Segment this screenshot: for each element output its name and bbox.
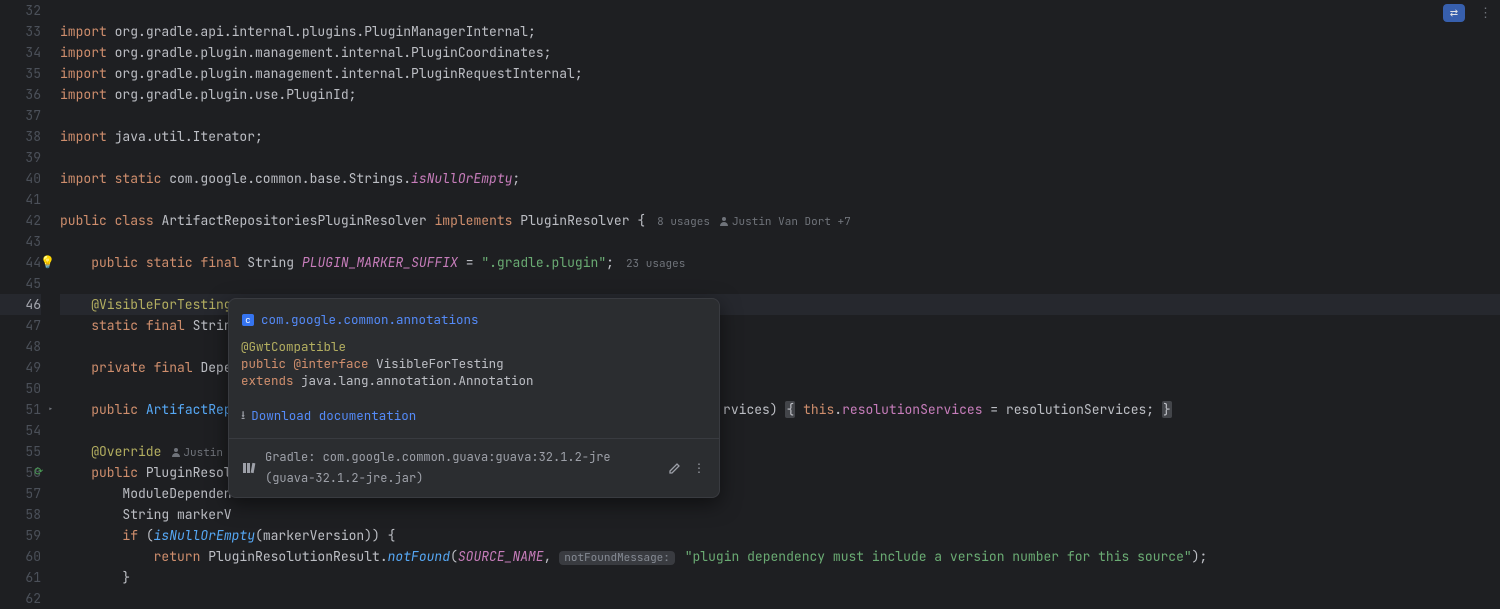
popup-package-link[interactable]: com.google.common.annotations xyxy=(261,309,479,330)
person-icon xyxy=(171,448,180,457)
person-icon xyxy=(720,217,729,226)
intention-bulb-icon[interactable]: 💡 xyxy=(40,252,52,264)
line-number: 60 xyxy=(0,546,41,567)
popup-footer-text: Gradle: com.google.common.guava:guava:32… xyxy=(265,447,659,489)
usages-hint[interactable]: 23 usages xyxy=(614,257,685,271)
more-icon[interactable]: ⋮ xyxy=(691,460,707,476)
line-number: 38 xyxy=(0,126,41,147)
code-line: import org.gradle.plugin.use.PluginId; xyxy=(60,84,1500,105)
code-line xyxy=(60,588,1500,609)
code-line: 💡 public static final String PLUGIN_MARK… xyxy=(60,252,1500,273)
line-number: 40 xyxy=(0,168,41,189)
parameter-hint: notFoundMessage: xyxy=(559,551,675,565)
line-number: 57 xyxy=(0,483,41,504)
line-number: 35 xyxy=(0,63,41,84)
line-number: 34 xyxy=(0,42,41,63)
line-number: 47 xyxy=(0,315,41,336)
line-number: 43 xyxy=(0,231,41,252)
line-number: 46 xyxy=(0,294,41,315)
line-number: 58 xyxy=(0,504,41,525)
edit-icon[interactable] xyxy=(667,460,683,476)
author-hint[interactable]: Justin V xyxy=(161,446,236,460)
code-line xyxy=(60,231,1500,252)
fold-arrow-icon[interactable]: ▸ xyxy=(48,399,53,420)
code-line: String markerV xyxy=(60,504,1500,525)
code-line: public class ArtifactRepositoriesPluginR… xyxy=(60,210,1500,231)
brace-match: } xyxy=(1162,401,1172,418)
code-line: } xyxy=(60,567,1500,588)
line-number: 50 xyxy=(0,378,41,399)
popup-signature: @GwtCompatible public @interface Visible… xyxy=(241,338,707,389)
download-documentation-link[interactable]: Download documentation xyxy=(251,405,416,426)
line-number: 37 xyxy=(0,105,41,126)
code-line xyxy=(60,273,1500,294)
code-editor[interactable]: 32 33 34 35 36 37 38 39 40 41 42 43 44 4… xyxy=(0,0,1500,600)
code-line: import org.gradle.plugin.management.inte… xyxy=(60,63,1500,84)
line-number: 55 xyxy=(0,441,41,462)
code-line xyxy=(60,147,1500,168)
line-number: 42 xyxy=(0,210,41,231)
popup-body: c com.google.common.annotations @GwtComp… xyxy=(229,299,719,438)
author-hint[interactable]: Justin Van Dort +7 xyxy=(710,215,851,229)
code-line: import java.util.Iterator; xyxy=(60,126,1500,147)
quick-documentation-popup: c com.google.common.annotations @GwtComp… xyxy=(228,298,720,498)
popup-footer: Gradle: com.google.common.guava:guava:32… xyxy=(229,438,719,497)
code-line: import static com.google.common.base.Str… xyxy=(60,168,1500,189)
line-number: 48 xyxy=(0,336,41,357)
line-number: 36 xyxy=(0,84,41,105)
line-number: 39 xyxy=(0,147,41,168)
line-number: 33 xyxy=(0,21,41,42)
override-gutter-icon[interactable]: ⟳ xyxy=(34,462,43,483)
svg-text:c: c xyxy=(245,316,250,326)
download-documentation-row[interactable]: ⭳ Download documentation xyxy=(241,399,707,430)
line-number: 44 xyxy=(0,252,41,273)
line-number: 45 xyxy=(0,273,41,294)
code-line: return PluginResolutionResult.notFound(S… xyxy=(60,546,1500,567)
gutter: 32 33 34 35 36 37 38 39 40 41 42 43 44 4… xyxy=(0,0,54,600)
code-line: import org.gradle.api.internal.plugins.P… xyxy=(60,21,1500,42)
code-line xyxy=(60,105,1500,126)
usages-hint[interactable]: 8 usages xyxy=(645,215,710,229)
download-icon: ⭳ xyxy=(241,405,245,426)
brace-match: { xyxy=(785,401,795,418)
library-icon xyxy=(241,460,257,476)
line-number: 54 xyxy=(0,420,41,441)
line-number: 59 xyxy=(0,525,41,546)
code-line xyxy=(60,189,1500,210)
line-number: 49 xyxy=(0,357,41,378)
code-line: if (isNullOrEmpty(markerVersion)) { xyxy=(60,525,1500,546)
line-number: 32 xyxy=(0,0,41,21)
code-line: import org.gradle.plugin.management.inte… xyxy=(60,42,1500,63)
code-line xyxy=(60,0,1500,21)
line-number: 61 xyxy=(0,567,41,588)
line-number: 41 xyxy=(0,189,41,210)
line-number: 51 xyxy=(0,399,41,420)
class-file-icon: c xyxy=(241,313,255,327)
line-number: 62 xyxy=(0,588,41,609)
popup-package-row: c com.google.common.annotations xyxy=(241,309,707,330)
